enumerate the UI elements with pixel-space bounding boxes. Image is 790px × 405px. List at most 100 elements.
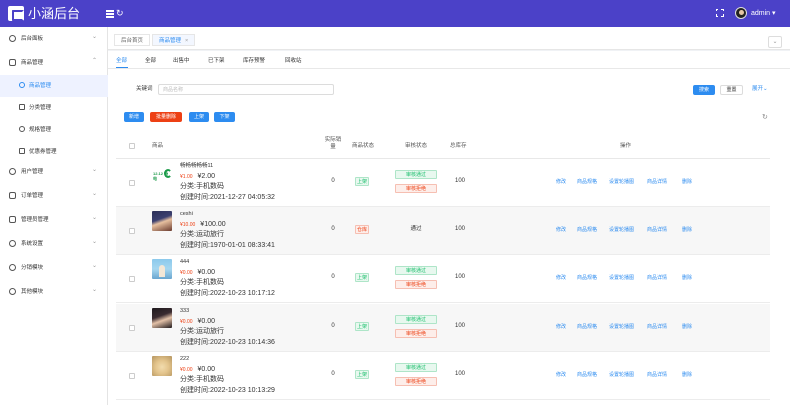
- status-tab-selling[interactable]: 出售中: [173, 57, 190, 66]
- op-detail-link[interactable]: 商品详情: [647, 324, 667, 331]
- on-shelf-button[interactable]: 上架: [189, 112, 209, 122]
- column-header-stock: 总库存: [450, 143, 467, 149]
- op-detail-link[interactable]: 商品详情: [647, 179, 667, 186]
- sale-price: ¥1.00: [180, 174, 193, 180]
- row-checkbox[interactable]: [129, 228, 135, 234]
- tab-product-manage[interactable]: 商品管理 ×: [152, 34, 196, 46]
- sales-count: 0: [331, 371, 335, 377]
- refresh-icon[interactable]: ↻: [116, 8, 124, 18]
- sidebar-item-users[interactable]: 用户管理 ⌄: [0, 161, 108, 183]
- product-created-time: 创建时间:1970-01-01 08:33:41: [180, 242, 275, 249]
- op-detail-link[interactable]: 商品详情: [647, 227, 667, 234]
- audit-pass-button[interactable]: 审核通过: [395, 266, 437, 275]
- audit-reject-button[interactable]: 审核拒绝: [395, 184, 437, 193]
- sidebar-item-dashboard[interactable]: 后台面板 ⌄: [0, 28, 108, 50]
- status-tab-stock-warning[interactable]: 库存预警: [243, 57, 265, 66]
- op-carousel-link[interactable]: 设置轮播图: [609, 275, 634, 282]
- sidebar-item-products[interactable]: 商品管理 ⌃: [0, 52, 108, 74]
- off-shelf-button[interactable]: 下架: [214, 112, 235, 122]
- keyword-input[interactable]: [158, 84, 334, 95]
- sidebar-item-label: 规格管理: [29, 127, 52, 133]
- close-icon[interactable]: ×: [185, 38, 188, 44]
- product-price: ¥1.00 ¥2.00: [180, 172, 215, 182]
- status-tab-all-active[interactable]: 全部: [116, 57, 127, 66]
- original-price: ¥0.00: [197, 318, 216, 325]
- batch-delete-button[interactable]: 批量删除: [150, 112, 182, 122]
- op-carousel-link[interactable]: 设置轮播图: [609, 227, 634, 234]
- fullscreen-icon[interactable]: [715, 8, 725, 18]
- sidebar-item-admins[interactable]: 管理员管理 ⌄: [0, 209, 108, 231]
- gear-icon: [9, 240, 16, 247]
- sidebar-item-orders[interactable]: 订单管理 ⌄: [0, 185, 108, 207]
- op-delete-link[interactable]: 删除: [682, 179, 692, 186]
- row-checkbox[interactable]: [129, 373, 135, 379]
- select-all-checkbox[interactable]: [129, 143, 135, 149]
- op-spec-link[interactable]: 商品规格: [577, 372, 597, 379]
- audit-pass-button[interactable]: 审核通过: [395, 170, 437, 179]
- sidebar-subitem-category[interactable]: 分类管理: [0, 97, 108, 119]
- product-name: 444: [180, 259, 190, 265]
- sidebar-item-label: 后台面板: [21, 36, 44, 42]
- add-button[interactable]: 新增: [124, 112, 144, 122]
- op-carousel-link[interactable]: 设置轮播图: [609, 372, 634, 379]
- chevron-down-icon: ⌄: [92, 287, 98, 293]
- expand-link[interactable]: 展开⌄: [752, 86, 768, 93]
- status-tab-all[interactable]: 全部: [145, 57, 156, 66]
- op-edit-link[interactable]: 修改: [556, 275, 566, 282]
- app-title: 小涵后台: [28, 6, 81, 21]
- status-tab-recycle[interactable]: 回收站: [285, 57, 302, 66]
- audit-reject-button[interactable]: 审核拒绝: [395, 377, 437, 386]
- status-tab-offshelf[interactable]: 已下架: [208, 57, 225, 66]
- op-delete-link[interactable]: 删除: [682, 227, 692, 234]
- user-menu[interactable]: admin ▾: [751, 9, 776, 18]
- product-name: 333: [180, 308, 190, 314]
- avatar[interactable]: [735, 7, 747, 19]
- sidebar-item-distribution[interactable]: 分销模块 ⌄: [0, 257, 108, 279]
- sidebar-item-other[interactable]: 其他模块 ⌄: [0, 281, 108, 303]
- sidebar-item-settings[interactable]: 系统设置 ⌄: [0, 233, 108, 255]
- audit-pass-button[interactable]: 审核通过: [395, 315, 437, 324]
- sidebar-subitem-product-manage[interactable]: 商品管理: [0, 75, 108, 97]
- row-checkbox[interactable]: [129, 180, 135, 186]
- refresh-icon[interactable]: ↻: [762, 114, 768, 122]
- op-edit-link[interactable]: 修改: [556, 227, 566, 234]
- op-edit-link[interactable]: 修改: [556, 179, 566, 186]
- sidebar-subitem-spec[interactable]: 规格管理: [0, 119, 108, 141]
- search-button[interactable]: 搜索: [693, 85, 715, 95]
- op-edit-link[interactable]: 修改: [556, 324, 566, 331]
- op-delete-link[interactable]: 删除: [682, 372, 692, 379]
- menu-toggle-icon[interactable]: [106, 9, 115, 18]
- op-edit-link[interactable]: 修改: [556, 372, 566, 379]
- logo-icon: [8, 6, 24, 21]
- status-badge: 上架: [355, 273, 369, 282]
- table-row: 222 ¥0.00 ¥0.00 分类:手机数码 创建时间:2022-10-23 10:1…: [116, 352, 770, 400]
- sidebar-item-label: 分销模块: [21, 265, 44, 271]
- row-checkbox[interactable]: [129, 276, 135, 282]
- op-carousel-link[interactable]: 设置轮播图: [609, 179, 634, 186]
- sidebar-item-label: 订单管理: [21, 193, 44, 199]
- op-delete-link[interactable]: 删除: [682, 324, 692, 331]
- op-spec-link[interactable]: 商品规格: [577, 227, 597, 234]
- op-detail-link[interactable]: 商品详情: [647, 275, 667, 282]
- product-thumbnail: [152, 259, 172, 279]
- audit-pass-button[interactable]: 审核通过: [395, 363, 437, 372]
- tab-home[interactable]: 后台首页: [114, 34, 151, 46]
- op-carousel-link[interactable]: 设置轮播图: [609, 324, 634, 331]
- original-price: ¥0.00: [197, 269, 216, 276]
- reset-button[interactable]: 重置: [720, 85, 743, 95]
- op-spec-link[interactable]: 商品规格: [577, 275, 597, 282]
- sidebar-subitem-coupon[interactable]: 优惠券管理: [0, 141, 108, 163]
- op-delete-link[interactable]: 删除: [682, 275, 692, 282]
- op-spec-link[interactable]: 商品规格: [577, 179, 597, 186]
- tab-menu-button[interactable]: ⌄: [768, 36, 782, 48]
- chevron-up-icon: ⌃: [92, 58, 98, 64]
- top-bar: 小涵后台 ↻ admin ▾: [0, 0, 790, 27]
- column-header-status: 商品状态: [352, 143, 375, 149]
- op-spec-link[interactable]: 商品规格: [577, 324, 597, 331]
- row-checkbox[interactable]: [129, 325, 135, 331]
- sale-price: ¥0.00: [180, 319, 193, 325]
- op-detail-link[interactable]: 商品详情: [647, 372, 667, 379]
- audit-reject-button[interactable]: 审核拒绝: [395, 280, 437, 289]
- module-icon: [9, 288, 16, 295]
- audit-reject-button[interactable]: 审核拒绝: [395, 329, 437, 338]
